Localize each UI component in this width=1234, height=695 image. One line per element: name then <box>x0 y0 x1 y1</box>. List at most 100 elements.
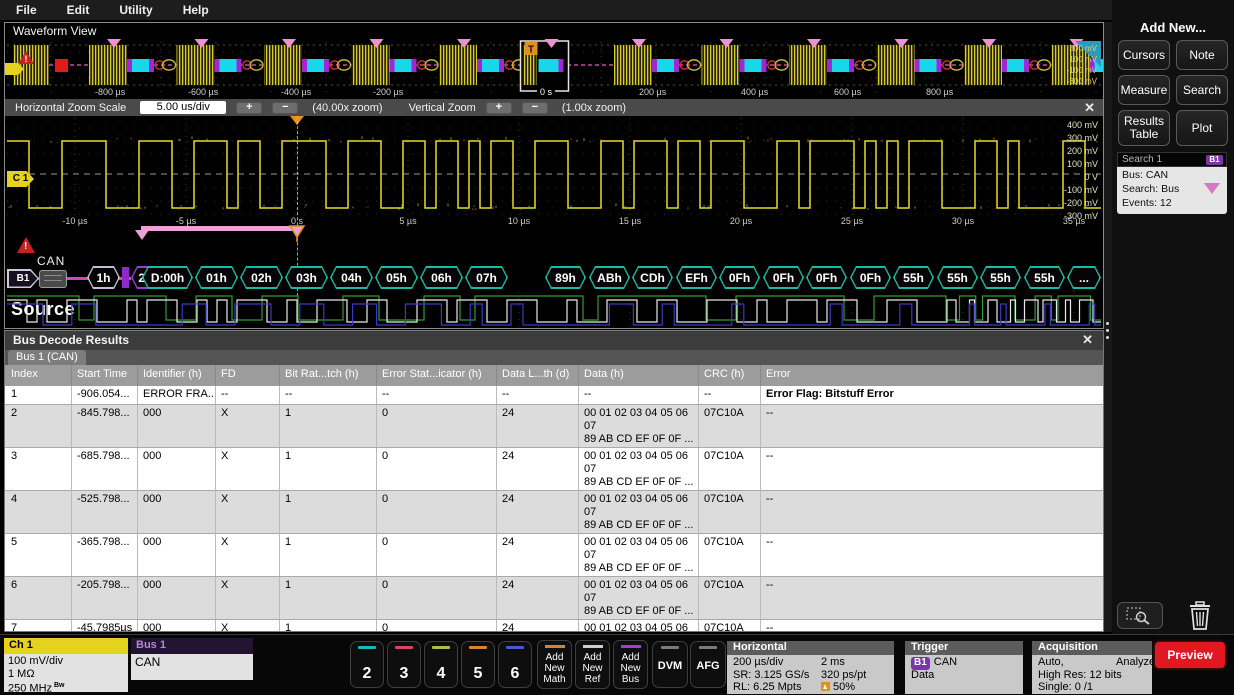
menu-item-file[interactable]: File <box>16 1 37 19</box>
trigger-panel[interactable]: B1CANData <box>905 655 1023 694</box>
table-cell: -- <box>766 536 1103 576</box>
v-zoom-plus-button[interactable]: + <box>486 102 512 114</box>
add-new-math-footer-button[interactable]: Add New Math <box>537 640 572 689</box>
afg-button[interactable]: AFG <box>690 641 726 688</box>
bus1-badge-info: CAN <box>131 654 253 680</box>
add-new-results-table-button[interactable]: Results Table <box>1118 110 1170 146</box>
table-cell: 1 <box>285 450 380 490</box>
column-header[interactable]: Identifier (h) <box>143 368 219 380</box>
table-row[interactable]: 2-845.798...000X102400 01 02 03 04 05 06… <box>5 405 1103 448</box>
table-cell: 24 <box>502 622 582 631</box>
results-table-body: 1-906.054...ERROR FRA...------------Erro… <box>5 386 1103 631</box>
column-header[interactable]: Error <box>766 368 1104 380</box>
acquisition-value2: Analyze <box>1116 656 1155 669</box>
search-mark-icon[interactable] <box>135 230 149 240</box>
add-new-measure-button[interactable]: Measure <box>1118 75 1170 105</box>
menu-item-edit[interactable]: Edit <box>67 1 90 19</box>
table-row[interactable]: 7-45.7985µs000X102400 01 02 03 04 05 06 … <box>5 620 1103 631</box>
v-zoom-minus-button[interactable]: − <box>522 102 548 114</box>
bus-frame-ABh: ABh <box>589 266 630 289</box>
table-row[interactable]: 3-685.798...000X102400 01 02 03 04 05 06… <box>5 448 1103 491</box>
trash-icon[interactable] <box>1186 600 1214 632</box>
bus-frame-0Fh: 0Fh <box>806 266 847 289</box>
table-row[interactable]: 1-906.054...ERROR FRA...------------Erro… <box>5 386 1103 405</box>
overview-volt-label: 300 mV <box>1069 44 1097 53</box>
acquisition-value: Single: 0 /1 <box>1038 681 1093 694</box>
add-new-ref-footer-button[interactable]: Add New Ref <box>575 640 610 689</box>
add-new-bus-footer-button[interactable]: Add New Bus <box>613 640 648 689</box>
table-cell: 1 <box>285 622 380 631</box>
waveform-close-icon[interactable]: ✕ <box>1084 100 1095 116</box>
results-title-bar[interactable]: Bus Decode Results ✕ <box>5 331 1103 350</box>
table-cell: 0 <box>382 622 500 631</box>
overview-time-label: 0 s <box>537 87 555 97</box>
selected-search-mark-icon[interactable] <box>289 225 305 243</box>
column-header[interactable]: Data (h) <box>584 368 702 380</box>
bus-frame-0Fh: 0Fh <box>850 266 891 289</box>
acquisition-row: Auto,Analyze <box>1038 656 1152 669</box>
column-header[interactable]: CRC (h) <box>704 368 764 380</box>
column-header[interactable]: Data L...th (d) <box>502 368 582 380</box>
channel-6-button[interactable]: 6 <box>498 641 532 688</box>
add-color-dash <box>583 645 603 648</box>
channel1-badge-info: 100 mV/div1 MΩ250 MHz Bw <box>4 654 128 692</box>
channel1-badge[interactable]: Ch 1 100 mV/div1 MΩ250 MHz Bw <box>4 638 128 692</box>
results-close-icon[interactable]: ✕ <box>1082 332 1093 348</box>
search1-card-header[interactable]: Search 1 B1 <box>1117 152 1227 167</box>
horizontal-panel[interactable]: 200 µs/div2 msSR: 3.125 GS/s320 ps/ptRL:… <box>727 655 894 694</box>
panel-divider[interactable] <box>1104 22 1112 632</box>
table-row[interactable]: 6-205.798...000X102400 01 02 03 04 05 06… <box>5 577 1103 620</box>
column-separator <box>279 534 280 577</box>
add-new-note-button[interactable]: Note <box>1176 40 1228 70</box>
column-separator <box>71 620 72 631</box>
table-row[interactable]: 4-525.798...000X102400 01 02 03 04 05 06… <box>5 491 1103 534</box>
menu-item-help[interactable]: Help <box>183 1 209 19</box>
channel-5-button[interactable]: 5 <box>461 641 495 688</box>
table-cell: 00 01 02 03 04 05 06 07 89 AB CD EF 0F 0… <box>584 493 702 533</box>
h-zoom-plus-button[interactable]: + <box>236 102 262 114</box>
acquisition-panel[interactable]: Auto,AnalyzeHigh Res: 12 bitsSingle: 0 /… <box>1032 655 1152 694</box>
button-top-dash <box>661 646 679 649</box>
zoomed-volt-label: 0 V <box>1084 172 1098 182</box>
table-cell: 1 <box>285 536 380 576</box>
preview-button[interactable]: Preview <box>1155 642 1225 668</box>
trigger-type-row: Data <box>911 669 1023 682</box>
column-header[interactable]: FD <box>221 368 283 380</box>
column-separator <box>376 577 377 620</box>
button-label: AFG <box>691 660 725 672</box>
column-header[interactable]: Bit Rat...tch (h) <box>285 368 380 380</box>
bus1-badge[interactable]: B1 <box>7 269 39 288</box>
menu-item-utility[interactable]: Utility <box>119 1 152 19</box>
column-separator <box>698 491 699 534</box>
bus-grip-handle[interactable] <box>39 270 67 288</box>
add-new-plot-button[interactable]: Plot <box>1176 110 1228 146</box>
column-header[interactable]: Index <box>11 368 75 380</box>
h-zoom-factor: (40.00x zoom) <box>312 102 382 114</box>
search1-card-body[interactable]: Bus: CANSearch: BusEvents: 12 <box>1117 167 1227 214</box>
trigger-source-row: B1CAN <box>911 656 1023 669</box>
column-separator <box>215 534 216 577</box>
zoomed-waveform[interactable] <box>5 116 1103 226</box>
horizontal-row: SR: 3.125 GS/s320 ps/pt <box>733 669 894 682</box>
h-zoom-minus-button[interactable]: − <box>272 102 298 114</box>
add-new-cursors-button[interactable]: Cursors <box>1118 40 1170 70</box>
results-tab-bus1-can[interactable]: Bus 1 (CAN) <box>8 350 86 366</box>
channel-color-dash <box>469 646 487 649</box>
column-header[interactable]: Error Stat...icator (h) <box>382 368 500 380</box>
table-row[interactable]: 5-365.798...000X102400 01 02 03 04 05 06… <box>5 534 1103 577</box>
column-header[interactable]: Start Time <box>77 368 141 380</box>
bus1-footer-badge[interactable]: Bus 1 CAN <box>131 638 253 680</box>
bus-warning-bang: ! <box>24 241 27 252</box>
table-cell: X <box>221 493 283 533</box>
zoom-mode-button[interactable] <box>1117 602 1163 629</box>
horizontal-zoom-scale-value[interactable]: 5.00 us/div <box>140 101 226 114</box>
channel-3-button[interactable]: 3 <box>387 641 421 688</box>
table-cell: 24 <box>502 407 582 447</box>
add-new-search-button[interactable]: Search <box>1176 75 1228 105</box>
table-cell: -205.798... <box>77 579 141 619</box>
column-separator <box>71 577 72 620</box>
dvm-button[interactable]: DVM <box>652 641 688 688</box>
channel-4-button[interactable]: 4 <box>424 641 458 688</box>
table-cell: 4 <box>11 493 75 533</box>
channel-2-button[interactable]: 2 <box>350 641 384 688</box>
